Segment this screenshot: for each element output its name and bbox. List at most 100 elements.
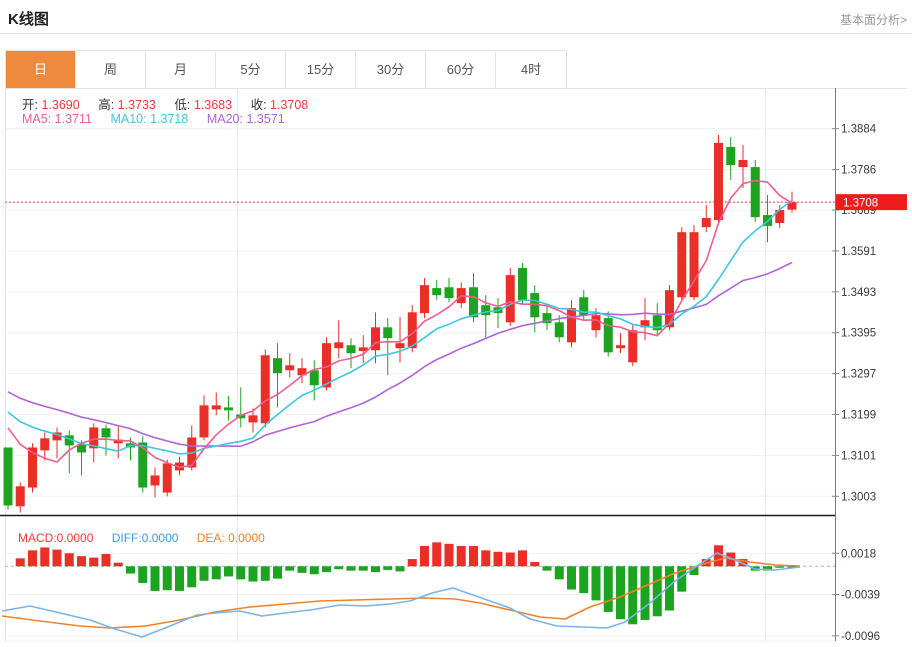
macd-bar (591, 566, 601, 601)
macd-bar (322, 566, 331, 573)
close-label: 收: (250, 98, 267, 112)
axis-tick-label: 1.3003 (841, 491, 876, 503)
macd-bar (126, 566, 135, 574)
tab-5min[interactable]: 5分 (216, 51, 286, 88)
candle (211, 392, 221, 416)
macd-bar (469, 546, 478, 567)
macd-bar (652, 566, 662, 617)
candle (346, 338, 356, 369)
candles-layer (3, 134, 797, 513)
candle (714, 134, 723, 226)
macd-bar (248, 566, 258, 582)
axis-tick-label: -0.0096 (841, 631, 880, 643)
open-value: 1.3690 (41, 98, 80, 112)
candle (273, 343, 282, 408)
high-label: 高: (98, 98, 115, 112)
low-value: 1.3683 (193, 98, 233, 112)
axis-tick-label: 1.3101 (841, 450, 876, 462)
fundamental-analysis-link[interactable]: 基本面分析> (840, 11, 907, 28)
candle (52, 427, 62, 459)
ma5-label: MA5: (22, 112, 52, 126)
tab-60min[interactable]: 60分 (426, 51, 496, 88)
axis-tick-label: 1.3786 (841, 165, 876, 177)
candle (518, 263, 527, 306)
macd-bar (346, 566, 356, 571)
macd-bar (260, 566, 270, 581)
low-label: 低: (174, 98, 191, 112)
macd-bar (89, 557, 99, 567)
candle (138, 436, 148, 493)
macd-bar (603, 566, 613, 612)
macd-bar (52, 549, 62, 567)
tab-15min[interactable]: 15分 (286, 51, 356, 88)
macd-bar (334, 566, 344, 570)
macd-bar (211, 566, 221, 580)
macd-bar (444, 543, 454, 567)
tab-month[interactable]: 月 (146, 51, 216, 88)
candle (3, 447, 13, 510)
candle (750, 159, 760, 223)
candle (444, 278, 454, 303)
macd-bar (395, 566, 405, 572)
tab-day[interactable]: 日 (6, 51, 76, 88)
macd-bar (640, 566, 650, 620)
tab-30min[interactable]: 30分 (356, 51, 426, 88)
candle (150, 467, 160, 498)
macd-bar (420, 546, 429, 567)
macd-bar (456, 546, 466, 567)
candle (652, 303, 662, 336)
macd-value: MACD:0.0000 (18, 531, 94, 545)
macd-bar (567, 566, 576, 590)
candle (199, 395, 209, 441)
axis-tick-label: 1.3591 (841, 246, 876, 258)
candle (738, 144, 748, 188)
price-axis: 1.38841.37861.36891.35911.34931.33951.32… (832, 88, 880, 643)
ohlc-legend: 开: 1.3690 高: 1.3733 低: 1.3683 收: 1.3708 (22, 94, 323, 113)
axis-tick-label: 0.0018 (841, 548, 876, 560)
macd-bar (407, 559, 417, 567)
candle (64, 430, 74, 474)
macd-bar (77, 556, 86, 567)
macd-bar (554, 566, 564, 580)
macd-bar (432, 542, 442, 567)
candle (603, 311, 613, 357)
tab-4hour[interactable]: 4时 (496, 51, 566, 88)
macd-bar (505, 552, 515, 567)
macd-bar (40, 547, 50, 567)
candle (15, 482, 25, 513)
macd-bar (101, 553, 111, 567)
candle (542, 305, 552, 331)
candle (432, 280, 442, 301)
candle (505, 268, 515, 327)
axis-tick-label: -0.0039 (841, 590, 880, 602)
candle (309, 360, 319, 401)
macd-bar (358, 566, 368, 571)
candle (616, 333, 625, 354)
tab-week[interactable]: 周 (76, 51, 146, 88)
macd-bar (309, 566, 319, 575)
candle (162, 459, 172, 497)
axis-tick-label: 1.3199 (841, 410, 876, 422)
macd-bar (150, 566, 160, 591)
ma10-label: MA10: (110, 112, 147, 126)
macd-bar (285, 566, 295, 571)
macd-bar (714, 545, 723, 567)
macd-bar (481, 550, 491, 567)
ma20-value: 1.3571 (246, 112, 285, 126)
macd-bar (64, 553, 74, 567)
candle (113, 425, 123, 459)
macd-bar (138, 566, 148, 583)
grid-layer (5, 88, 907, 642)
axis-tick-label: 1.3493 (841, 287, 876, 299)
macd-bar (371, 566, 380, 573)
candle (334, 320, 344, 359)
macd-bar (542, 566, 552, 571)
candle (567, 300, 576, 348)
candle (187, 425, 197, 471)
dea-value: DEA: 0.0000 (196, 531, 265, 545)
macd-bar (15, 558, 25, 567)
high-value: 1.3733 (117, 98, 156, 112)
current-price-tag-label: 1.3708 (843, 197, 878, 209)
macd-bar (224, 566, 233, 577)
macd-bar (175, 566, 184, 591)
